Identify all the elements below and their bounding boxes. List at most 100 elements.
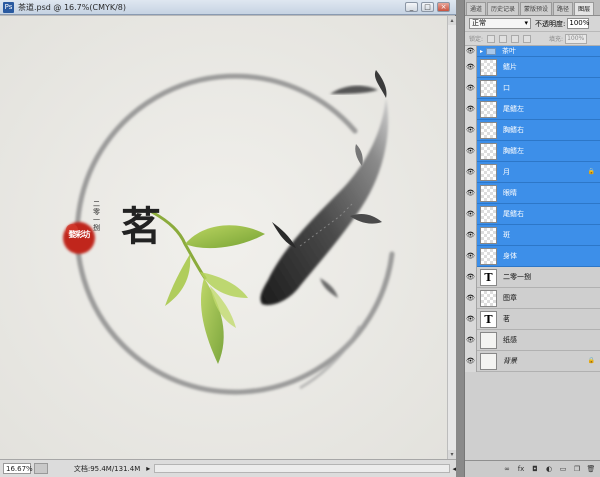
fill-input[interactable]: 100% xyxy=(565,33,588,44)
eye-icon[interactable]: 👁 xyxy=(465,224,477,246)
type-layer-icon: T xyxy=(480,268,497,286)
lock-icon: 🔒 xyxy=(587,357,595,364)
artwork-vertical-text: 二零一捌 xyxy=(93,200,100,232)
layer-name: 胸鳍右 xyxy=(503,126,524,134)
layer-name: 鳍片 xyxy=(503,63,517,71)
folder-icon xyxy=(486,47,497,55)
eye-icon[interactable]: 👁 xyxy=(465,245,477,267)
eye-icon[interactable]: 👁 xyxy=(465,182,477,204)
eye-icon[interactable]: 👁 xyxy=(465,119,477,141)
link-icon[interactable]: ∞ xyxy=(502,464,512,474)
zoom-field[interactable]: 16.67% xyxy=(3,463,33,474)
document-titlebar[interactable]: Ps 茶道.psd @ 16.7%(CMYK/8) _ □ × xyxy=(0,0,456,15)
layer-thumbnail xyxy=(480,100,497,118)
layer-row[interactable]: 👁 图章 xyxy=(465,287,600,309)
layer-name: 斑 xyxy=(503,231,510,239)
layer-thumbnail xyxy=(480,226,497,244)
layer-thumbnail xyxy=(480,121,497,139)
opacity-input[interactable]: 100% xyxy=(567,18,589,29)
lock-position-icon[interactable] xyxy=(511,34,520,43)
trash-icon[interactable]: 🗑 xyxy=(586,464,596,474)
document-window: Ps 茶道.psd @ 16.7%(CMYK/8) _ □ × 茗 二零一捌 婺… xyxy=(0,0,456,477)
layers-list: 👁 ▸ 茶叶 👁 鳍片 👁 口 👁 尾鳍左 👁 胸鳍右 👁 胸鳍左 👁 月 🔒 👁 眼睛 👁 尾鳍右 👁 斑 👁 身体 👁 T 二零… xyxy=(465,45,600,460)
layer-row[interactable]: 👁 鳍片 xyxy=(465,56,600,78)
opacity-label: 不透明度: xyxy=(535,19,566,28)
tab-layers[interactable]: 图层 xyxy=(574,2,595,15)
eye-icon[interactable]: 👁 xyxy=(465,56,477,78)
layer-row[interactable]: 👁 尾鳍左 xyxy=(465,98,600,120)
layer-row[interactable]: 👁 T 二零一捌 xyxy=(465,266,600,288)
layer-options: 正常 不透明度: 100% xyxy=(465,16,600,32)
layer-thumbnail xyxy=(480,331,497,349)
tab-history[interactable]: 历史记录 xyxy=(487,2,520,15)
fx-icon[interactable]: fx xyxy=(516,464,526,474)
blend-mode-select[interactable]: 正常 xyxy=(469,18,531,29)
tab-paths[interactable]: 路径 xyxy=(553,2,574,15)
layer-name: 眼睛 xyxy=(503,189,517,197)
photoshop-icon: Ps xyxy=(3,1,14,13)
layer-row[interactable]: 👁 胸鳍右 xyxy=(465,119,600,141)
layer-row[interactable]: 👁 胸鳍左 xyxy=(465,140,600,162)
eye-icon[interactable]: 👁 xyxy=(465,308,477,330)
layer-thumbnail xyxy=(480,58,497,76)
mask-icon[interactable]: ◘ xyxy=(530,464,540,474)
layer-thumbnail xyxy=(480,142,497,160)
layer-name: 背景 xyxy=(503,357,517,365)
lock-pixels-icon[interactable] xyxy=(499,34,508,43)
tab-channels[interactable]: 通道 xyxy=(466,2,487,15)
layer-row[interactable]: 👁 斑 xyxy=(465,224,600,246)
eye-icon[interactable]: 👁 xyxy=(465,329,477,351)
eye-icon[interactable]: 👁 xyxy=(465,45,477,57)
tab-mask-presets[interactable]: 蒙版预设 xyxy=(520,2,553,15)
layer-thumbnail xyxy=(480,247,497,265)
eye-icon[interactable]: 👁 xyxy=(465,266,477,288)
layer-thumbnail xyxy=(480,163,497,181)
status-bar: 16.67% 文档:95.4M/131.4M ▸ ◂ xyxy=(0,459,456,477)
layer-name: 茶叶 xyxy=(502,47,517,55)
scroll-down-icon[interactable]: ▾ xyxy=(448,450,456,459)
layer-name: 茗 xyxy=(503,315,510,323)
vertical-scrollbar[interactable]: ▴ ▾ xyxy=(447,16,456,459)
layer-row[interactable]: 👁 口 xyxy=(465,77,600,99)
lock-all-icon[interactable] xyxy=(523,34,532,43)
layer-row[interactable]: 👁 眼睛 xyxy=(465,182,600,204)
eye-icon[interactable]: 👁 xyxy=(465,350,477,372)
maximize-button[interactable]: □ xyxy=(421,2,434,12)
adjustment-icon[interactable]: ◐ xyxy=(544,464,554,474)
artwork-title: 茗 xyxy=(121,203,161,250)
layer-name: 尾鳍右 xyxy=(503,210,524,218)
eye-icon[interactable]: 👁 xyxy=(465,140,477,162)
layer-row[interactable]: 👁 纸感 xyxy=(465,329,600,351)
eye-icon[interactable]: 👁 xyxy=(465,287,477,309)
eye-icon[interactable]: 👁 xyxy=(465,203,477,225)
expand-arrow-icon[interactable]: ▸ xyxy=(480,48,483,55)
layer-thumbnail xyxy=(480,79,497,97)
layer-name: 尾鳍左 xyxy=(503,105,524,113)
layer-name: 月 xyxy=(503,168,510,176)
close-button[interactable]: × xyxy=(437,2,450,12)
canvas[interactable]: 茗 二零一捌 婺彩坊 xyxy=(0,16,447,459)
layer-row[interactable]: 👁 背景 🔒 xyxy=(465,350,600,372)
new-layer-icon[interactable]: ❐ xyxy=(572,464,582,474)
eye-icon[interactable]: 👁 xyxy=(465,98,477,120)
eye-icon[interactable]: 👁 xyxy=(465,161,477,183)
status-menu-arrow-icon[interactable]: ▸ xyxy=(146,464,150,473)
scroll-right-icon[interactable]: ◂ xyxy=(452,465,456,473)
layer-row[interactable]: 👁 T 茗 xyxy=(465,308,600,330)
folder-icon[interactable]: ▭ xyxy=(558,464,568,474)
layer-name: 纸感 xyxy=(503,336,517,344)
layer-row[interactable]: 👁 尾鳍右 xyxy=(465,203,600,225)
horizontal-scrollbar[interactable] xyxy=(154,464,451,473)
type-layer-icon: T xyxy=(480,310,497,328)
lock-label: 锁定: xyxy=(469,36,484,43)
document-title: 茶道.psd @ 16.7%(CMYK/8) xyxy=(18,2,127,12)
layer-name: 口 xyxy=(503,84,510,92)
layer-thumbnail xyxy=(480,205,497,223)
minimize-button[interactable]: _ xyxy=(405,2,418,12)
eye-icon[interactable]: 👁 xyxy=(465,77,477,99)
layer-row[interactable]: 👁 月 🔒 xyxy=(465,161,600,183)
scroll-up-icon[interactable]: ▴ xyxy=(448,16,456,25)
lock-transparency-icon[interactable] xyxy=(487,34,496,43)
layer-row[interactable]: 👁 身体 xyxy=(465,245,600,267)
layer-row[interactable]: 👁 ▸ 茶叶 xyxy=(465,45,600,57)
